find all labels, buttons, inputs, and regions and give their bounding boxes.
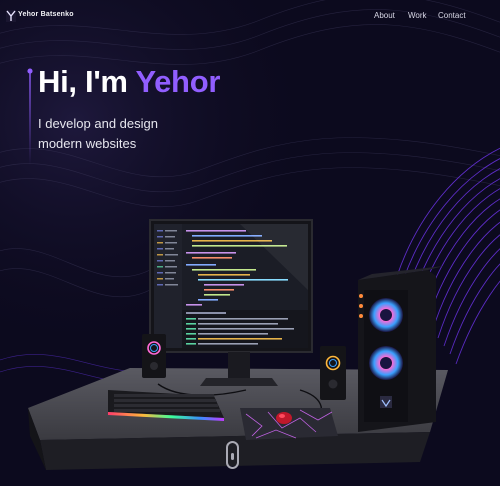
desk-setup-3d-scene[interactable] — [0, 200, 500, 486]
hero-subtitle-line2: modern websites — [38, 136, 137, 151]
hero-subtitle-line1: I develop and design — [38, 116, 158, 131]
mouse — [276, 412, 292, 424]
nav-link-about[interactable]: About — [374, 11, 395, 20]
scroll-indicator-dot — [231, 453, 234, 460]
nav-link-work[interactable]: Work — [408, 11, 427, 20]
hero-subtitle: I develop and design modern websites — [38, 114, 158, 154]
brand-name[interactable]: Yehor Batsenko — [18, 11, 74, 18]
hero-accent-line — [27, 68, 33, 165]
navbar: Yehor Batsenko About Work Contact — [0, 0, 500, 32]
right-speaker — [320, 346, 346, 400]
monitor — [149, 219, 313, 386]
nav-link-contact[interactable]: Contact — [438, 11, 466, 20]
hero-name: Yehor — [135, 64, 221, 99]
scroll-indicator[interactable] — [226, 441, 239, 469]
pc-case — [358, 266, 444, 432]
logo-icon[interactable] — [6, 10, 16, 22]
mousepad — [240, 408, 338, 440]
hero-title: Hi, I'm Yehor — [38, 64, 220, 100]
hero-greeting: Hi, I'm — [38, 64, 128, 99]
left-speaker — [142, 334, 166, 378]
